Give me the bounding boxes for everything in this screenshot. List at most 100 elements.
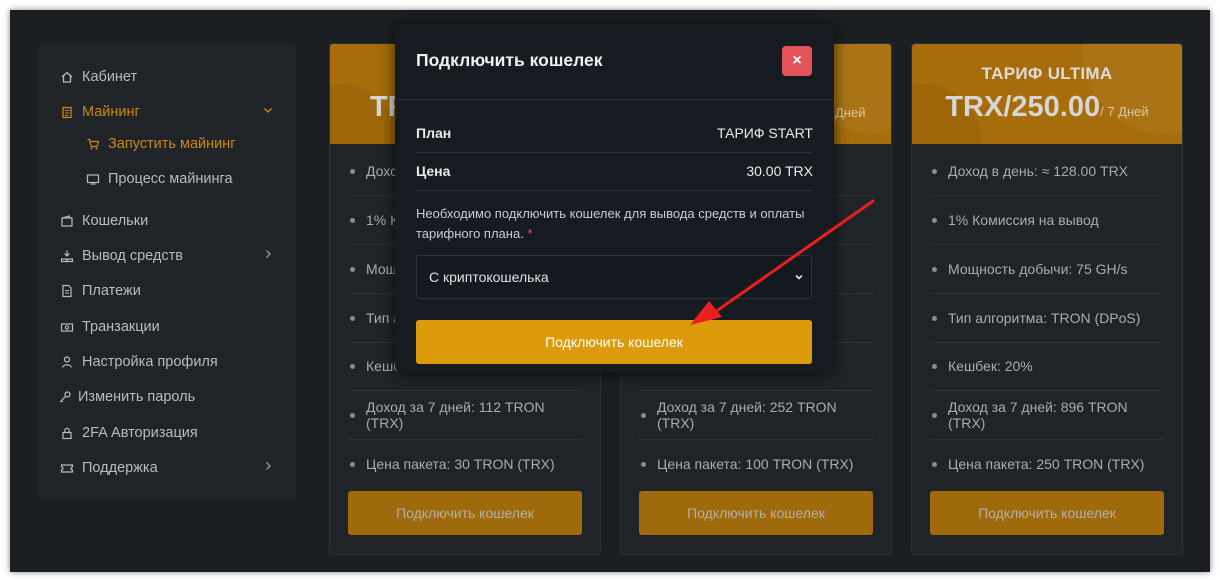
- bullet-icon: [641, 461, 646, 467]
- modal-title: Подключить кошелек: [416, 50, 603, 70]
- tariff-card: ТАРИФ ULTIMA TRX/250.00/ 7 Дней Доход в …: [911, 43, 1183, 555]
- feature-text: Кешбек: 20%: [948, 358, 1033, 374]
- banknote-icon: [59, 319, 75, 335]
- card-title: ТАРИФ ULTIMA: [981, 64, 1113, 83]
- bullet-icon: [350, 461, 355, 467]
- sidebar-item-label: Транзакции: [82, 319, 160, 335]
- bullet-icon: [932, 315, 937, 321]
- feature-item: Цена пакета: 100 TRON (TRX): [639, 440, 873, 488]
- bullet-icon: [932, 363, 937, 369]
- feature-text: Цена пакета: 30 TRON (TRX): [366, 456, 555, 472]
- feature-item: Доход за 7 дней: 112 TRON (TRX): [348, 391, 582, 440]
- bullet-icon: [932, 266, 937, 272]
- feature-text: Цена пакета: 100 TRON (TRX): [657, 456, 854, 472]
- clipboard-icon: [59, 104, 75, 120]
- sidebar-item-label: Вывод средств: [82, 248, 183, 264]
- bullet-icon: [932, 217, 937, 223]
- plan-value: ТАРИФ START: [717, 125, 813, 141]
- connect-wallet-button[interactable]: Подключить кошелек: [348, 491, 582, 535]
- feature-text: Доход за 7 дней: 112 TRON (TRX): [366, 399, 545, 431]
- connect-wallet-button[interactable]: Подключить кошелек: [930, 491, 1164, 535]
- price-row: Цена 30.00 TRX: [416, 152, 813, 191]
- feature-text: 1% Комиссия на вывод: [948, 212, 1099, 228]
- sidebar-item-support[interactable]: Поддержка: [38, 453, 296, 483]
- withdraw-icon: [59, 248, 75, 264]
- monitor-icon: [85, 171, 101, 187]
- sidebar-item-withdraw[interactable]: Вывод средств: [38, 241, 296, 271]
- bullet-icon: [350, 266, 355, 272]
- feature-item: Тип алгоритма: TRON (DPoS): [930, 294, 1164, 343]
- sidebar-item-label: 2FA Авторизация: [82, 425, 198, 441]
- connect-wallet-submit-button[interactable]: Подключить кошелек: [416, 320, 812, 364]
- document-icon: [59, 283, 75, 299]
- feature-text: Мощность добычи: 75 GH/s: [948, 261, 1128, 277]
- card-price: Дней: [835, 104, 891, 122]
- required-mark: *: [527, 226, 533, 241]
- sidebar-item-change-password[interactable]: Изменить пароль: [38, 382, 296, 412]
- bullet-icon: [641, 412, 646, 418]
- feature-text: Доход за 7 дней: 252 TRON (TRX): [657, 399, 837, 431]
- bullet-icon: [932, 461, 937, 467]
- feature-item: Кешбек: 20%: [930, 342, 1164, 391]
- connect-wallet-modal: Подключить кошелек × План ТАРИФ START Це…: [395, 24, 834, 372]
- sidebar-item-label: Кабинет: [82, 69, 138, 85]
- connect-wallet-button[interactable]: Подключить кошелек: [639, 491, 873, 535]
- bullet-icon: [350, 412, 355, 418]
- price-period: Дней: [835, 105, 866, 120]
- feature-item: Доход за 7 дней: 252 TRON (TRX): [639, 391, 873, 440]
- sidebar: Кабинет Майнинг Запустить майнинг Процес…: [38, 43, 296, 499]
- sidebar-item-cabinet[interactable]: Кабинет: [38, 62, 296, 92]
- sidebar-item-label: Поддержка: [82, 460, 158, 476]
- bullet-icon: [350, 168, 355, 174]
- feature-text: Тип алгоритма: TRON (DPoS): [948, 310, 1141, 326]
- modal-header: Подключить кошелек ×: [395, 24, 834, 100]
- select-value: С криптокошелька: [429, 269, 549, 285]
- sidebar-item-label: Процесс майнинга: [108, 171, 233, 187]
- sidebar-item-profile-settings[interactable]: Настройка профиля: [38, 347, 296, 377]
- sidebar-item-wallets[interactable]: Кошельки: [38, 206, 296, 236]
- plan-row: План ТАРИФ START: [416, 114, 813, 153]
- lock-icon: [59, 425, 75, 441]
- chevron-right-icon: [262, 460, 274, 476]
- feature-text: Доход за 7 дней: 896 TRON (TRX): [948, 399, 1128, 431]
- card-price: TRX/250.00/ 7 Дней: [912, 91, 1182, 124]
- sidebar-item-mining-process[interactable]: Процесс майнинга: [38, 164, 296, 194]
- wallet-icon: [59, 213, 75, 229]
- feature-item: Мощность добычи: 75 GH/s: [930, 245, 1164, 294]
- user-icon: [59, 354, 75, 370]
- price-amount: TRX/250.00: [945, 91, 1101, 123]
- sidebar-item-mining[interactable]: Майнинг: [38, 97, 296, 127]
- chevron-right-icon: [262, 248, 274, 264]
- close-button[interactable]: ×: [782, 46, 812, 76]
- price-value: 30.00 TRX: [746, 163, 813, 179]
- bullet-icon: [932, 412, 937, 418]
- feature-text: Мощ: [366, 261, 398, 277]
- feature-item: 1% Комиссия на вывод: [930, 196, 1164, 245]
- sidebar-item-transactions[interactable]: Транзакции: [38, 312, 296, 342]
- sidebar-item-label: Запустить майнинг: [108, 136, 236, 152]
- bullet-icon: [932, 168, 937, 174]
- sidebar-item-label: Изменить пароль: [78, 389, 196, 405]
- screenshot-frame: Кабинет Майнинг Запустить майнинг Процес…: [10, 10, 1210, 572]
- cart-icon: [85, 136, 101, 152]
- home-icon: [59, 69, 75, 85]
- sidebar-item-2fa[interactable]: 2FA Авторизация: [38, 418, 296, 448]
- bullet-icon: [350, 315, 355, 321]
- bullet-icon: [350, 363, 355, 369]
- wallet-source-select[interactable]: С криптокошелька: [416, 255, 812, 299]
- chevron-down-icon: [262, 104, 274, 120]
- sidebar-item-label: Кошельки: [82, 213, 149, 229]
- price-label: Цена: [416, 163, 451, 179]
- ticket-icon: [59, 460, 75, 476]
- sidebar-item-start-mining[interactable]: Запустить майнинг: [38, 129, 296, 159]
- close-icon: ×: [792, 52, 802, 69]
- feature-text: Цена пакета: 250 TRON (TRX): [948, 456, 1145, 472]
- feature-item: Доход за 7 дней: 896 TRON (TRX): [930, 391, 1164, 440]
- app-background: Кабинет Майнинг Запустить майнинг Процес…: [10, 10, 1210, 572]
- sidebar-item-payments[interactable]: Платежи: [38, 276, 296, 306]
- card-header: ТАРИФ ULTIMA TRX/250.00/ 7 Дней: [912, 44, 1182, 144]
- sidebar-item-label: Майнинг: [82, 104, 140, 120]
- feature-text: Дохо: [366, 163, 398, 179]
- feature-item: Цена пакета: 30 TRON (TRX): [348, 440, 582, 488]
- feature-item: Доход в день: ≈ 128.00 TRX: [930, 147, 1164, 196]
